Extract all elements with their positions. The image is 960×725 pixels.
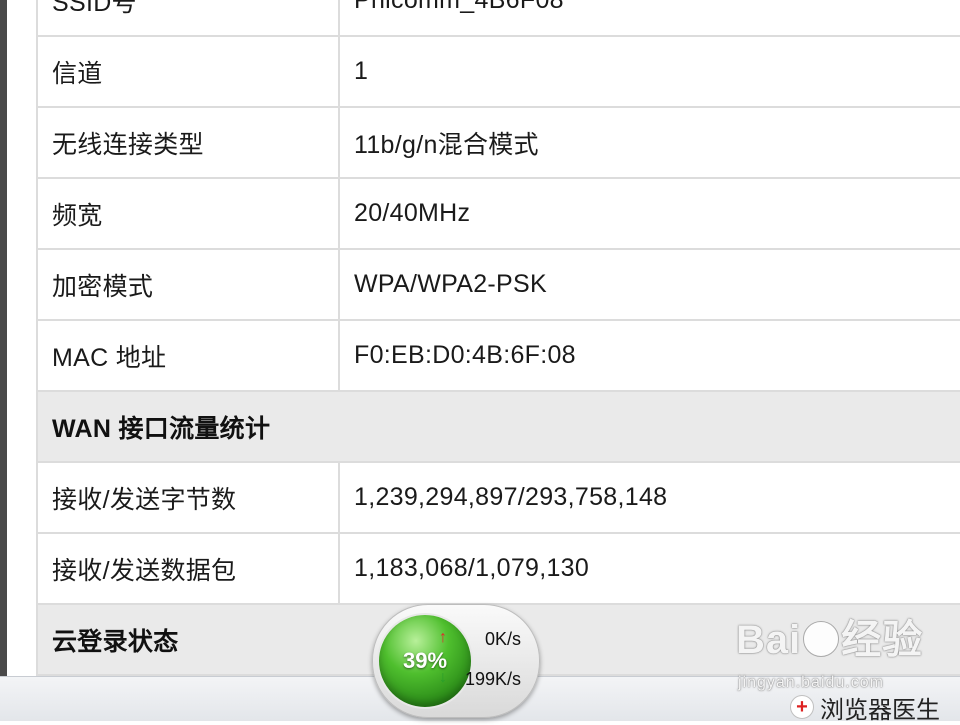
table-row: 接收/发送字节数 1,239,294,897/293,758,148 [36,461,960,534]
row-value: 1,183,068/1,079,130 [338,532,960,605]
row-value: 20/40MHz [338,177,960,250]
browser-doctor-button[interactable]: + 浏览器医生 [790,694,940,724]
router-status-panel: SSID号 Phicomm_4B6F08 信道 1 无线连接类型 11b/g/n… [36,0,960,676]
row-label: SSID号 [36,0,340,37]
table-row: 接收/发送数据包 1,183,068/1,079,130 [36,532,960,605]
red-cross-icon: + [790,695,814,719]
section-title: WAN 接口流量统计 [36,390,960,463]
download-arrow-icon: ↓ [439,669,447,686]
row-label: 频宽 [36,177,340,250]
row-label: 信道 [36,35,340,108]
section-header-wan: WAN 接口流量统计 [36,390,960,463]
network-speed-widget[interactable]: 39% ↑ 0K/s ↓ 199K/s [372,604,540,718]
table-row: 频宽 20/40MHz [36,177,960,250]
memory-usage-ball[interactable]: 39% [377,613,473,709]
table-row: SSID号 Phicomm_4B6F08 [36,0,960,37]
row-label: 加密模式 [36,248,340,321]
row-value: Phicomm_4B6F08 [338,0,960,37]
wireless-status-table: SSID号 Phicomm_4B6F08 信道 1 无线连接类型 11b/g/n… [36,0,960,676]
row-label: 无线连接类型 [36,106,340,179]
upload-speed: 0K/s [484,629,521,649]
row-value: 11b/g/n混合模式 [338,106,960,179]
row-label: 接收/发送数据包 [36,532,340,605]
page-left-border [0,0,7,685]
upload-arrow-icon: ↑ [439,629,447,646]
table-row: MAC 地址 F0:EB:D0:4B:6F:08 [36,319,960,392]
row-value: WPA/WPA2-PSK [338,248,960,321]
row-value: 1 [338,35,960,108]
table-row: 无线连接类型 11b/g/n混合模式 [36,106,960,179]
row-value: F0:EB:D0:4B:6F:08 [338,319,960,392]
row-label: MAC 地址 [36,319,340,392]
row-label: 接收/发送字节数 [36,461,340,534]
table-row: 加密模式 WPA/WPA2-PSK [36,248,960,321]
browser-doctor-label: 浏览器医生 [820,696,940,724]
download-speed: 199K/s [464,669,521,689]
row-value: 1,239,294,897/293,758,148 [338,461,960,534]
table-row: 信道 1 [36,35,960,108]
